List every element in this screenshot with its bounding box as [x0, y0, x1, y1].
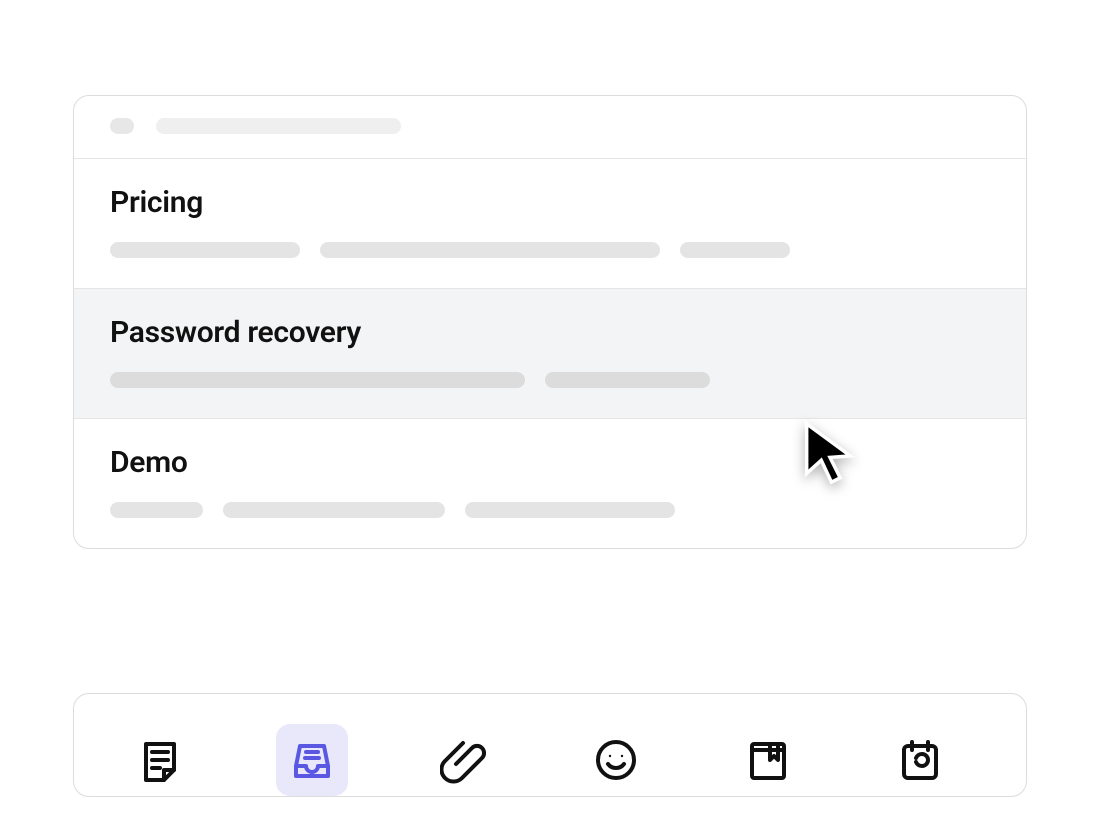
- placeholder-bar: [223, 502, 445, 518]
- placeholder-bar: [110, 372, 525, 388]
- editor-toolbar: [73, 693, 1027, 797]
- list-item-title: Password recovery: [110, 315, 990, 350]
- attachment-icon: [440, 736, 488, 784]
- header-placeholder-dot: [110, 118, 134, 134]
- placeholder-bar: [545, 372, 710, 388]
- list-item-preview: [110, 372, 990, 388]
- list-item-title: Pricing: [110, 185, 990, 220]
- attachment-button[interactable]: [428, 724, 500, 796]
- placeholder-bar: [680, 242, 790, 258]
- template-list-panel: Pricing Password recovery Demo: [73, 95, 1027, 549]
- inbox-button[interactable]: [276, 724, 348, 796]
- calendar-icon: [896, 736, 944, 784]
- emoji-button[interactable]: [580, 724, 652, 796]
- placeholder-bar: [110, 502, 203, 518]
- list-item-password-recovery[interactable]: Password recovery: [74, 289, 1026, 419]
- list-item-demo[interactable]: Demo: [74, 419, 1026, 548]
- note-icon: [136, 736, 184, 784]
- list-item-preview: [110, 242, 990, 258]
- placeholder-bar: [110, 242, 300, 258]
- calendar-button[interactable]: [884, 724, 956, 796]
- list-item-preview: [110, 502, 990, 518]
- note-button[interactable]: [124, 724, 196, 796]
- panel-header: [74, 96, 1026, 159]
- placeholder-bar: [465, 502, 675, 518]
- list-item-pricing[interactable]: Pricing: [74, 159, 1026, 289]
- emoji-icon: [592, 736, 640, 784]
- header-placeholder-bar: [156, 118, 401, 134]
- list-item-title: Demo: [110, 445, 990, 480]
- bookmark-icon: [744, 736, 792, 784]
- bookmark-button[interactable]: [732, 724, 804, 796]
- inbox-icon: [288, 736, 336, 784]
- placeholder-bar: [320, 242, 660, 258]
